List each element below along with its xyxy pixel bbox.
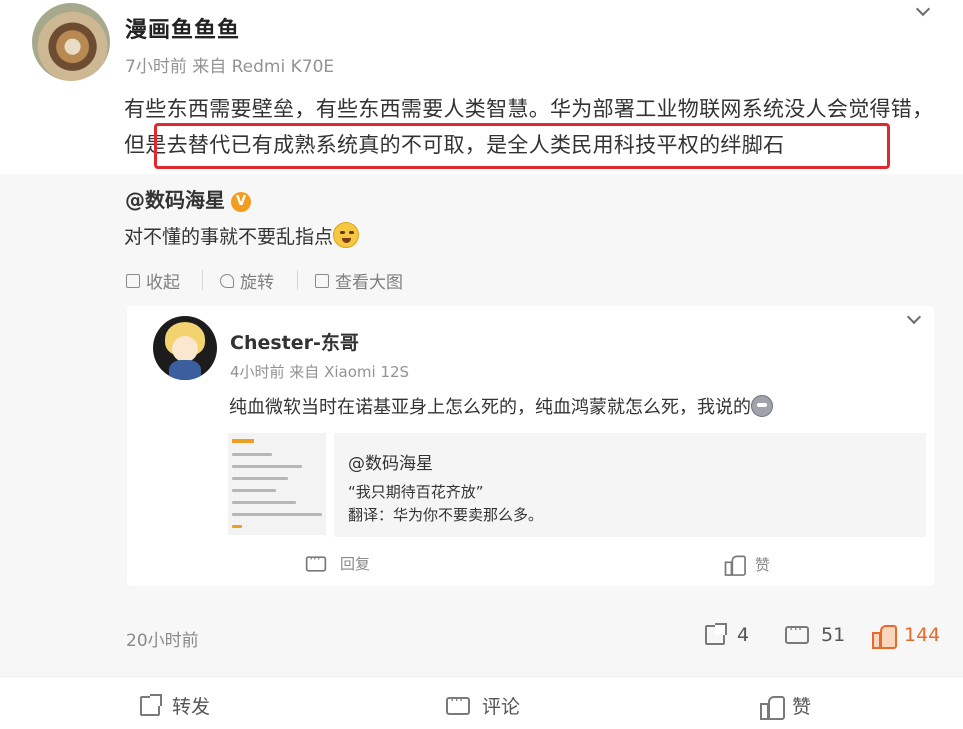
thumbs-up-icon [724,555,746,576]
share-icon [140,693,162,716]
crying-laugh-emoji-icon [333,222,360,248]
view-large-label: 查看大图 [335,273,403,293]
rotate-button[interactable]: 旋转 [220,268,274,293]
post-username[interactable]: 漫画鱼鱼鱼 [125,12,240,44]
repost-username[interactable]: @数码海星 V [125,184,251,213]
collapse-icon [126,273,140,288]
user-avatar[interactable] [32,3,110,81]
card-text-body: 纯血微软当时在诺基亚身上怎么死的，纯血鸿蒙就怎么死，我说的 [229,397,751,418]
share-icon [705,623,727,645]
reply-label: 回复 [340,555,371,573]
chevron-down-icon[interactable] [915,1,931,17]
comment-icon [446,693,470,715]
rotate-icon [220,273,234,288]
card-like-button[interactable]: 赞 [723,553,771,576]
collapse-button[interactable]: 收起 [126,268,180,293]
view-large-button[interactable]: 查看大图 [315,268,403,293]
like-label: 赞 [792,696,812,718]
image-thumbnail[interactable] [228,433,326,535]
collapse-label: 收起 [146,273,180,293]
divider [202,270,203,290]
card-text: 纯血微软当时在诺基亚身上怎么死的，纯血鸿蒙就怎么死，我说的 [229,393,773,419]
repost-text-body: 对不懂的事就不要乱指点 [124,226,334,248]
reply-button[interactable]: 回复 [304,552,371,574]
zoom-icon [315,273,329,288]
repost-label: 转发 [172,696,211,718]
thumbs-up-icon [760,695,785,720]
avatar[interactable] [153,316,217,380]
comment-label: 评论 [482,696,521,718]
repost-count-button[interactable]: 4 [705,623,750,646]
verified-badge-icon: V [231,192,251,212]
comment-icon [305,552,327,572]
quote-username[interactable]: @数码海星 [348,449,433,474]
comment-button[interactable]: 评论 [446,692,520,719]
repost-text: 对不懂的事就不要乱指点 [124,222,360,249]
like-count-button[interactable]: 144 [872,624,941,649]
repost-button[interactable]: 转发 [140,692,210,719]
post-meta: 7小时前 来自 Redmi K70E [125,57,335,77]
post-time: 20小时前 [126,631,199,651]
highlight-annotation [154,123,890,169]
comment-count: 51 [821,624,846,646]
repost-count: 4 [737,624,750,646]
thumbs-up-icon [872,624,897,649]
repost-username-text[interactable]: @数码海星 [125,188,225,212]
quote-line-1: “我只期待百花齐放” [348,483,484,501]
card-like-label: 赞 [755,555,771,574]
comment-icon [785,622,809,644]
comment-count-button[interactable]: 51 [785,622,846,646]
emoji-icon [751,395,773,417]
quote-line-2: 翻译：华为你不要卖那么多。 [348,506,544,524]
card-meta: 4小时前 来自 Xiaomi 12S [230,363,410,381]
like-count: 144 [904,624,941,646]
divider [297,270,298,290]
card-username[interactable]: Chester-东哥 [230,328,359,355]
rotate-label: 旋转 [240,273,274,293]
like-button[interactable]: 赞 [760,692,812,720]
